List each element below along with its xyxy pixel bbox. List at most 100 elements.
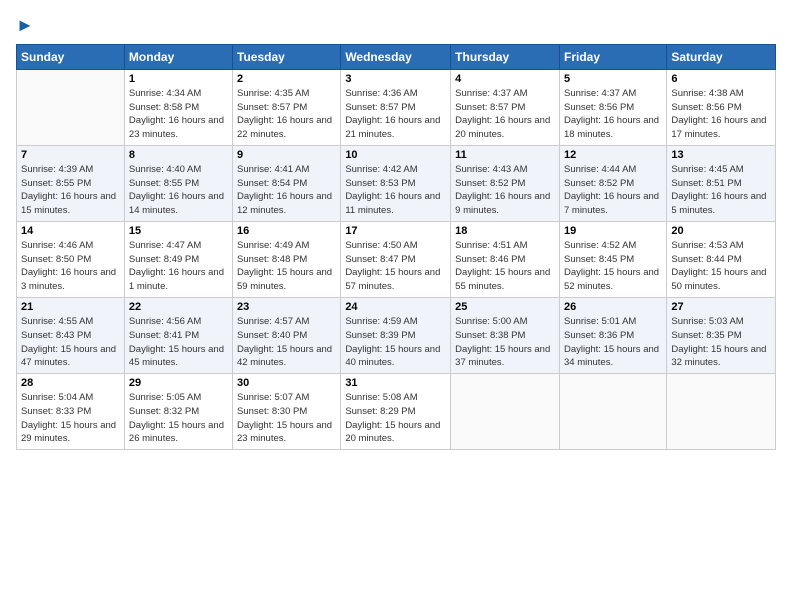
- calendar-cell: 29 Sunrise: 5:05 AMSunset: 8:32 PMDayligh…: [124, 374, 232, 450]
- calendar-week-row: 21Sunrise: 4:55 AMSunset: 8:43 PMDayligh…: [17, 297, 776, 373]
- header-friday: Friday: [559, 44, 666, 69]
- day-info: Sunrise: 4:59 AMSunset: 8:39 PMDaylight:…: [345, 315, 446, 370]
- day-number: 10: [345, 149, 446, 161]
- calendar-header-row: Sunday Monday Tuesday Wednesday Thursday…: [17, 44, 776, 69]
- calendar-cell: [451, 374, 560, 450]
- day-info: Sunrise: 4:55 AMSunset: 8:43 PMDaylight:…: [21, 315, 120, 370]
- day-number: 2: [237, 73, 336, 85]
- calendar-cell: 25 Sunrise: 5:00 AMSunset: 8:38 PMDayligh…: [451, 297, 560, 373]
- day-info: Sunrise: 4:56 AMSunset: 8:41 PMDaylight:…: [129, 315, 228, 370]
- day-info: Sunrise: 4:42 AMSunset: 8:53 PMDaylight:…: [345, 163, 446, 218]
- calendar-cell: 11 Sunrise: 4:43 AMSunset: 8:52 PMDayligh…: [451, 145, 560, 221]
- day-info: Sunrise: 5:04 AMSunset: 8:33 PMDaylight:…: [21, 391, 120, 446]
- day-number: 29: [129, 377, 228, 389]
- day-info: Sunrise: 4:36 AMSunset: 8:57 PMDaylight:…: [345, 87, 446, 142]
- calendar-cell: 5 Sunrise: 4:37 AMSunset: 8:56 PMDaylight…: [559, 69, 666, 145]
- calendar-table: Sunday Monday Tuesday Wednesday Thursday…: [16, 44, 776, 450]
- day-info: Sunrise: 4:50 AMSunset: 8:47 PMDaylight:…: [345, 239, 446, 294]
- calendar-cell: 16 Sunrise: 4:49 AMSunset: 8:48 PMDayligh…: [233, 221, 341, 297]
- day-number: 7: [21, 149, 120, 161]
- day-number: 13: [671, 149, 771, 161]
- calendar-week-row: 7 Sunrise: 4:39 AMSunset: 8:55 PMDaylight…: [17, 145, 776, 221]
- day-info: Sunrise: 4:51 AMSunset: 8:46 PMDaylight:…: [455, 239, 555, 294]
- day-number: 8: [129, 149, 228, 161]
- calendar-cell: 6 Sunrise: 4:38 AMSunset: 8:56 PMDaylight…: [667, 69, 776, 145]
- day-number: 3: [345, 73, 446, 85]
- header-saturday: Saturday: [667, 44, 776, 69]
- calendar-cell: [667, 374, 776, 450]
- day-info: Sunrise: 5:08 AMSunset: 8:29 PMDaylight:…: [345, 391, 446, 446]
- page: ► Sunday Monday Tuesday Wednesday Thursd…: [0, 0, 792, 612]
- day-number: 16: [237, 225, 336, 237]
- day-number: 9: [237, 149, 336, 161]
- day-info: Sunrise: 5:07 AMSunset: 8:30 PMDaylight:…: [237, 391, 336, 446]
- header-thursday: Thursday: [451, 44, 560, 69]
- day-number: 18: [455, 225, 555, 237]
- day-number: 19: [564, 225, 662, 237]
- calendar-cell: 28Sunrise: 5:04 AMSunset: 8:33 PMDayligh…: [17, 374, 125, 450]
- calendar-cell: 22 Sunrise: 4:56 AMSunset: 8:41 PMDayligh…: [124, 297, 232, 373]
- day-number: 27: [671, 301, 771, 313]
- day-number: 30: [237, 377, 336, 389]
- day-info: Sunrise: 4:46 AMSunset: 8:50 PMDaylight:…: [21, 239, 120, 294]
- day-info: Sunrise: 4:41 AMSunset: 8:54 PMDaylight:…: [237, 163, 336, 218]
- day-info: Sunrise: 4:44 AMSunset: 8:52 PMDaylight:…: [564, 163, 662, 218]
- calendar-cell: 23 Sunrise: 4:57 AMSunset: 8:40 PMDayligh…: [233, 297, 341, 373]
- day-number: 14: [21, 225, 120, 237]
- calendar-week-row: 1 Sunrise: 4:34 AMSunset: 8:58 PMDaylight…: [17, 69, 776, 145]
- calendar-cell: 4Sunrise: 4:37 AMSunset: 8:57 PMDaylight…: [451, 69, 560, 145]
- day-number: 5: [564, 73, 662, 85]
- day-info: Sunrise: 5:01 AMSunset: 8:36 PMDaylight:…: [564, 315, 662, 370]
- day-info: Sunrise: 5:03 AMSunset: 8:35 PMDaylight:…: [671, 315, 771, 370]
- calendar-cell: 30 Sunrise: 5:07 AMSunset: 8:30 PMDayligh…: [233, 374, 341, 450]
- header-wednesday: Wednesday: [341, 44, 451, 69]
- calendar-cell: 3 Sunrise: 4:36 AMSunset: 8:57 PMDaylight…: [341, 69, 451, 145]
- header-monday: Monday: [124, 44, 232, 69]
- calendar-cell: 9 Sunrise: 4:41 AMSunset: 8:54 PMDaylight…: [233, 145, 341, 221]
- day-number: 6: [671, 73, 771, 85]
- calendar-cell: 10 Sunrise: 4:42 AMSunset: 8:53 PMDayligh…: [341, 145, 451, 221]
- day-info: Sunrise: 4:43 AMSunset: 8:52 PMDaylight:…: [455, 163, 555, 218]
- calendar-week-row: 14 Sunrise: 4:46 AMSunset: 8:50 PMDayligh…: [17, 221, 776, 297]
- day-number: 26: [564, 301, 662, 313]
- day-info: Sunrise: 5:05 AMSunset: 8:32 PMDaylight:…: [129, 391, 228, 446]
- calendar-cell: 14 Sunrise: 4:46 AMSunset: 8:50 PMDayligh…: [17, 221, 125, 297]
- calendar-cell: [559, 374, 666, 450]
- calendar-cell: 12 Sunrise: 4:44 AMSunset: 8:52 PMDayligh…: [559, 145, 666, 221]
- calendar-cell: 20Sunrise: 4:53 AMSunset: 8:44 PMDayligh…: [667, 221, 776, 297]
- day-number: 15: [129, 225, 228, 237]
- header-tuesday: Tuesday: [233, 44, 341, 69]
- calendar-cell: 8 Sunrise: 4:40 AMSunset: 8:55 PMDaylight…: [124, 145, 232, 221]
- calendar-cell: 26 Sunrise: 5:01 AMSunset: 8:36 PMDayligh…: [559, 297, 666, 373]
- day-number: 4: [455, 73, 555, 85]
- calendar-cell: 7 Sunrise: 4:39 AMSunset: 8:55 PMDaylight…: [17, 145, 125, 221]
- calendar-cell: [17, 69, 125, 145]
- logo-icon-triangle: ►: [16, 15, 34, 35]
- calendar-cell: 18 Sunrise: 4:51 AMSunset: 8:46 PMDayligh…: [451, 221, 560, 297]
- day-number: 25: [455, 301, 555, 313]
- day-number: 12: [564, 149, 662, 161]
- day-number: 11: [455, 149, 555, 161]
- day-info: Sunrise: 4:37 AMSunset: 8:56 PMDaylight:…: [564, 87, 662, 142]
- day-info: Sunrise: 4:35 AMSunset: 8:57 PMDaylight:…: [237, 87, 336, 142]
- calendar-cell: 1 Sunrise: 4:34 AMSunset: 8:58 PMDaylight…: [124, 69, 232, 145]
- day-info: Sunrise: 4:34 AMSunset: 8:58 PMDaylight:…: [129, 87, 228, 142]
- header-sunday: Sunday: [17, 44, 125, 69]
- header: ►: [16, 16, 776, 36]
- calendar-cell: 27 Sunrise: 5:03 AMSunset: 8:35 PMDayligh…: [667, 297, 776, 373]
- calendar-cell: 21Sunrise: 4:55 AMSunset: 8:43 PMDayligh…: [17, 297, 125, 373]
- day-number: 23: [237, 301, 336, 313]
- day-number: 1: [129, 73, 228, 85]
- day-number: 22: [129, 301, 228, 313]
- day-info: Sunrise: 4:40 AMSunset: 8:55 PMDaylight:…: [129, 163, 228, 218]
- calendar-cell: 19Sunrise: 4:52 AMSunset: 8:45 PMDayligh…: [559, 221, 666, 297]
- calendar-cell: 13Sunrise: 4:45 AMSunset: 8:51 PMDayligh…: [667, 145, 776, 221]
- day-info: Sunrise: 4:49 AMSunset: 8:48 PMDaylight:…: [237, 239, 336, 294]
- day-number: 17: [345, 225, 446, 237]
- calendar-week-row: 28Sunrise: 5:04 AMSunset: 8:33 PMDayligh…: [17, 374, 776, 450]
- day-info: Sunrise: 4:57 AMSunset: 8:40 PMDaylight:…: [237, 315, 336, 370]
- calendar-cell: 24Sunrise: 4:59 AMSunset: 8:39 PMDayligh…: [341, 297, 451, 373]
- day-info: Sunrise: 5:00 AMSunset: 8:38 PMDaylight:…: [455, 315, 555, 370]
- day-info: Sunrise: 4:39 AMSunset: 8:55 PMDaylight:…: [21, 163, 120, 218]
- day-info: Sunrise: 4:38 AMSunset: 8:56 PMDaylight:…: [671, 87, 771, 142]
